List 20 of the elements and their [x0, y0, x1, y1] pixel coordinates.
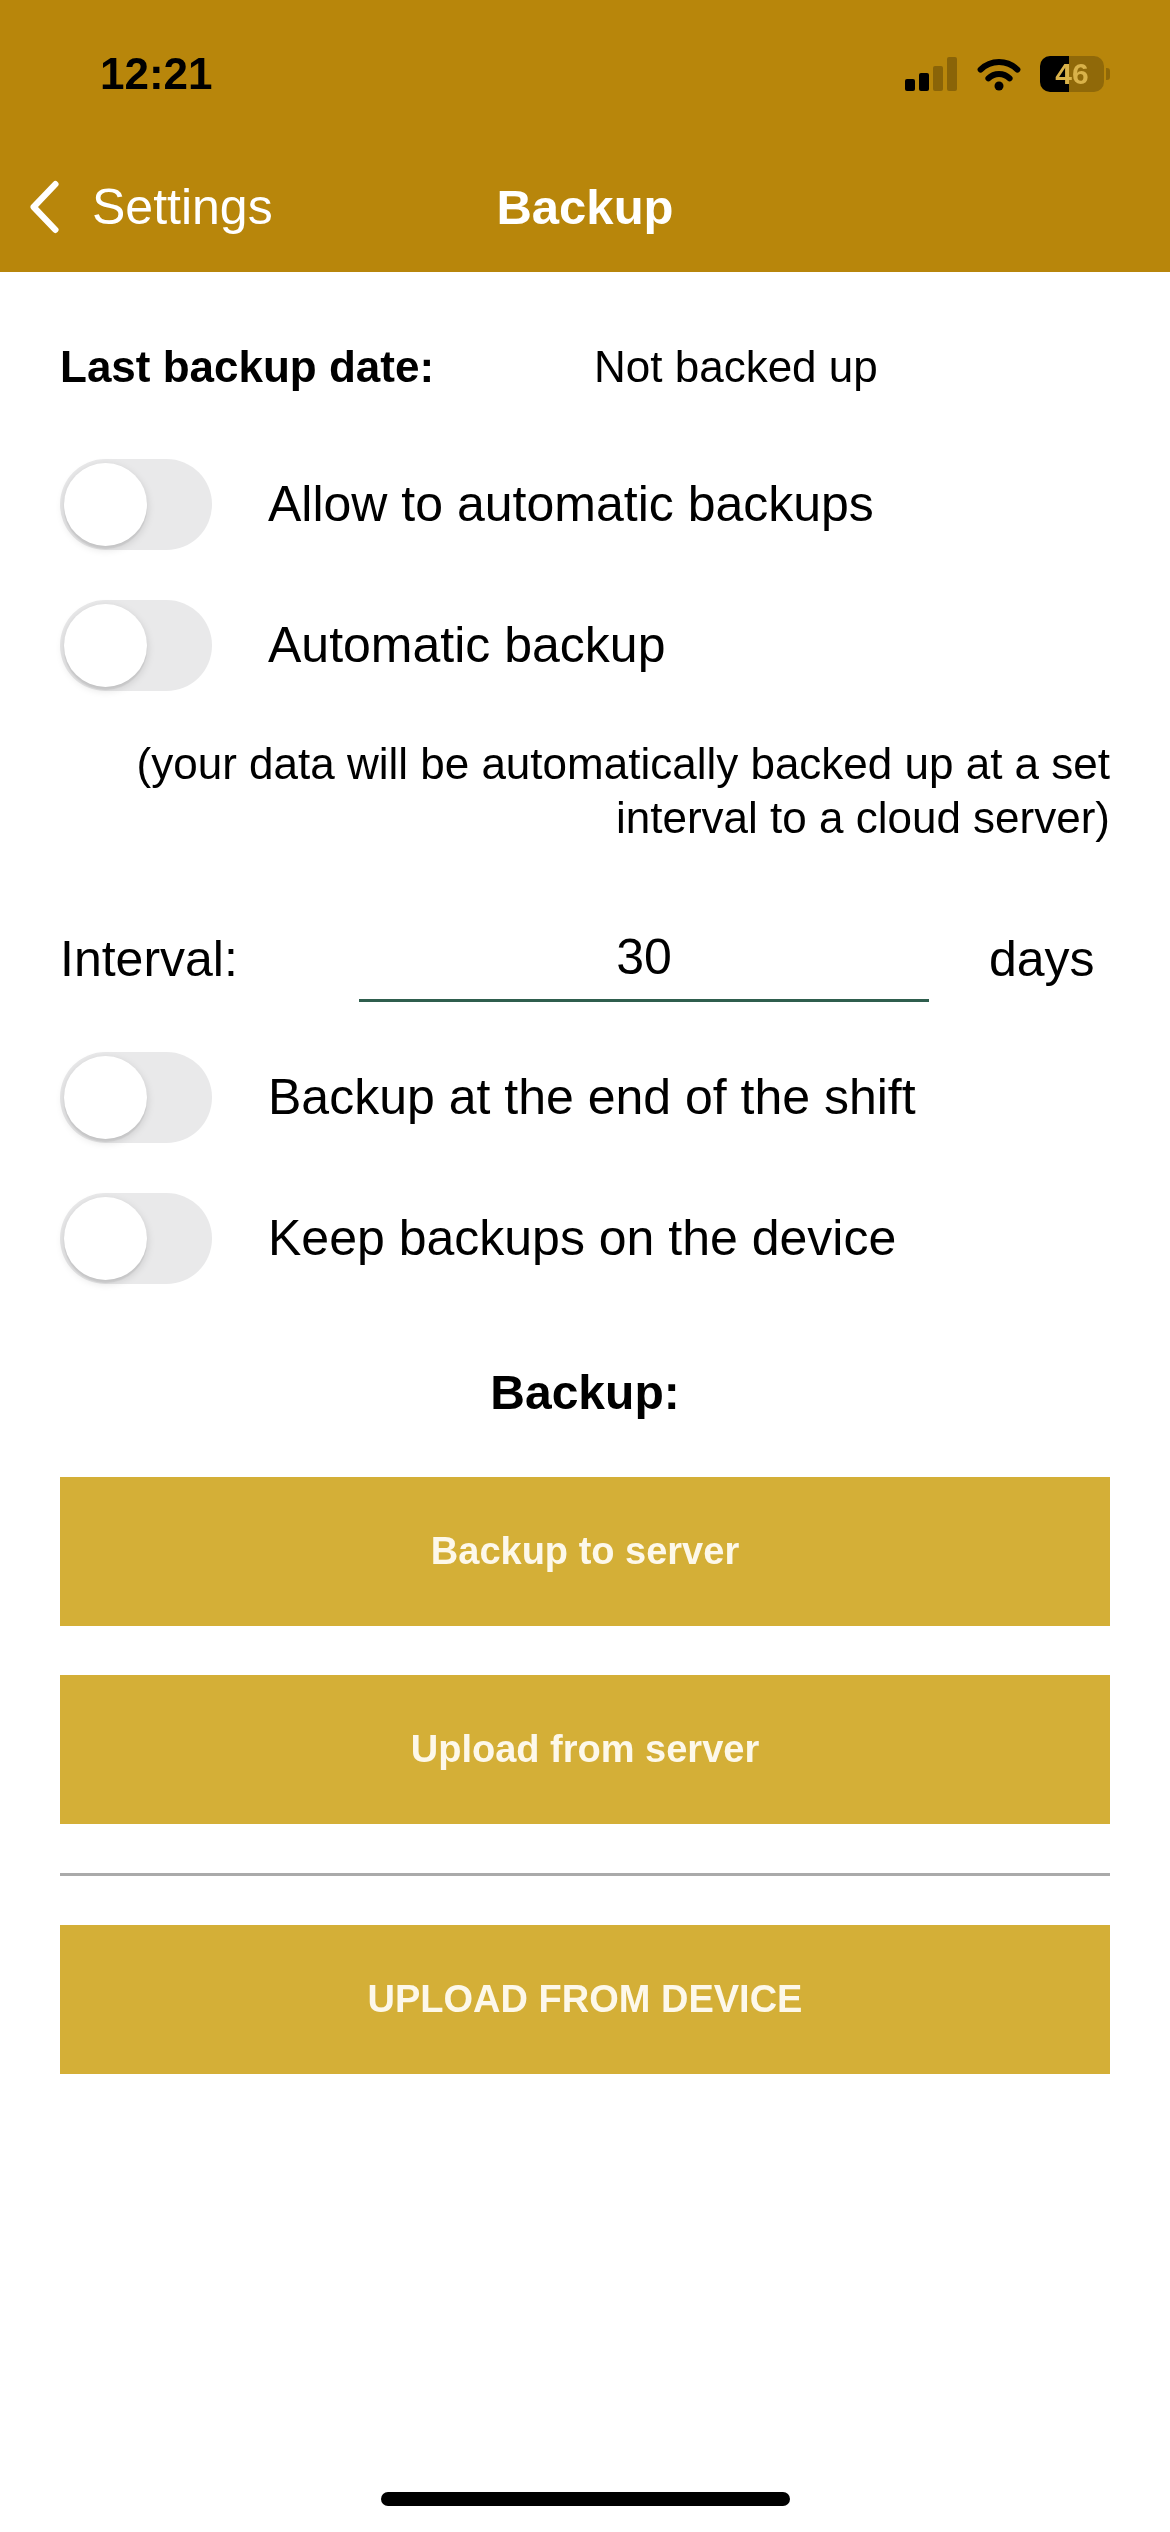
last-backup-value: Not backed up [594, 341, 878, 393]
action-button[interactable]: UPLOAD FROM DEVICE [60, 1924, 1110, 2074]
toggle-label: Allow to automatic backups [268, 475, 874, 534]
interval-unit: days [989, 929, 1095, 988]
hint-text: (your data will be automatically backed up at a set interval to a cloud server) [135, 737, 1110, 844]
screen-title: Backup [496, 179, 674, 235]
signal-icon [905, 57, 958, 91]
toggle-label: Keep backups on the device [268, 1209, 897, 1268]
section-title: Backup: [489, 1364, 681, 1421]
interval-field[interactable]: 30 [359, 915, 929, 1002]
action-button[interactable]: Upload from server [60, 1674, 1110, 1824]
back-button[interactable]: Settings [0, 178, 273, 236]
toggle-label: Backup at the end of the shift [268, 1068, 916, 1127]
chevron-left-icon [28, 180, 60, 234]
toggle-label: Automatic backup [268, 616, 666, 675]
status-time: 12:21 [100, 49, 213, 99]
last-backup-label: Last backup date: [60, 341, 436, 393]
action-button[interactable]: Backup to server [60, 1476, 1110, 1626]
wifi-icon [976, 57, 1022, 91]
interval-label: Interval: [60, 929, 239, 988]
